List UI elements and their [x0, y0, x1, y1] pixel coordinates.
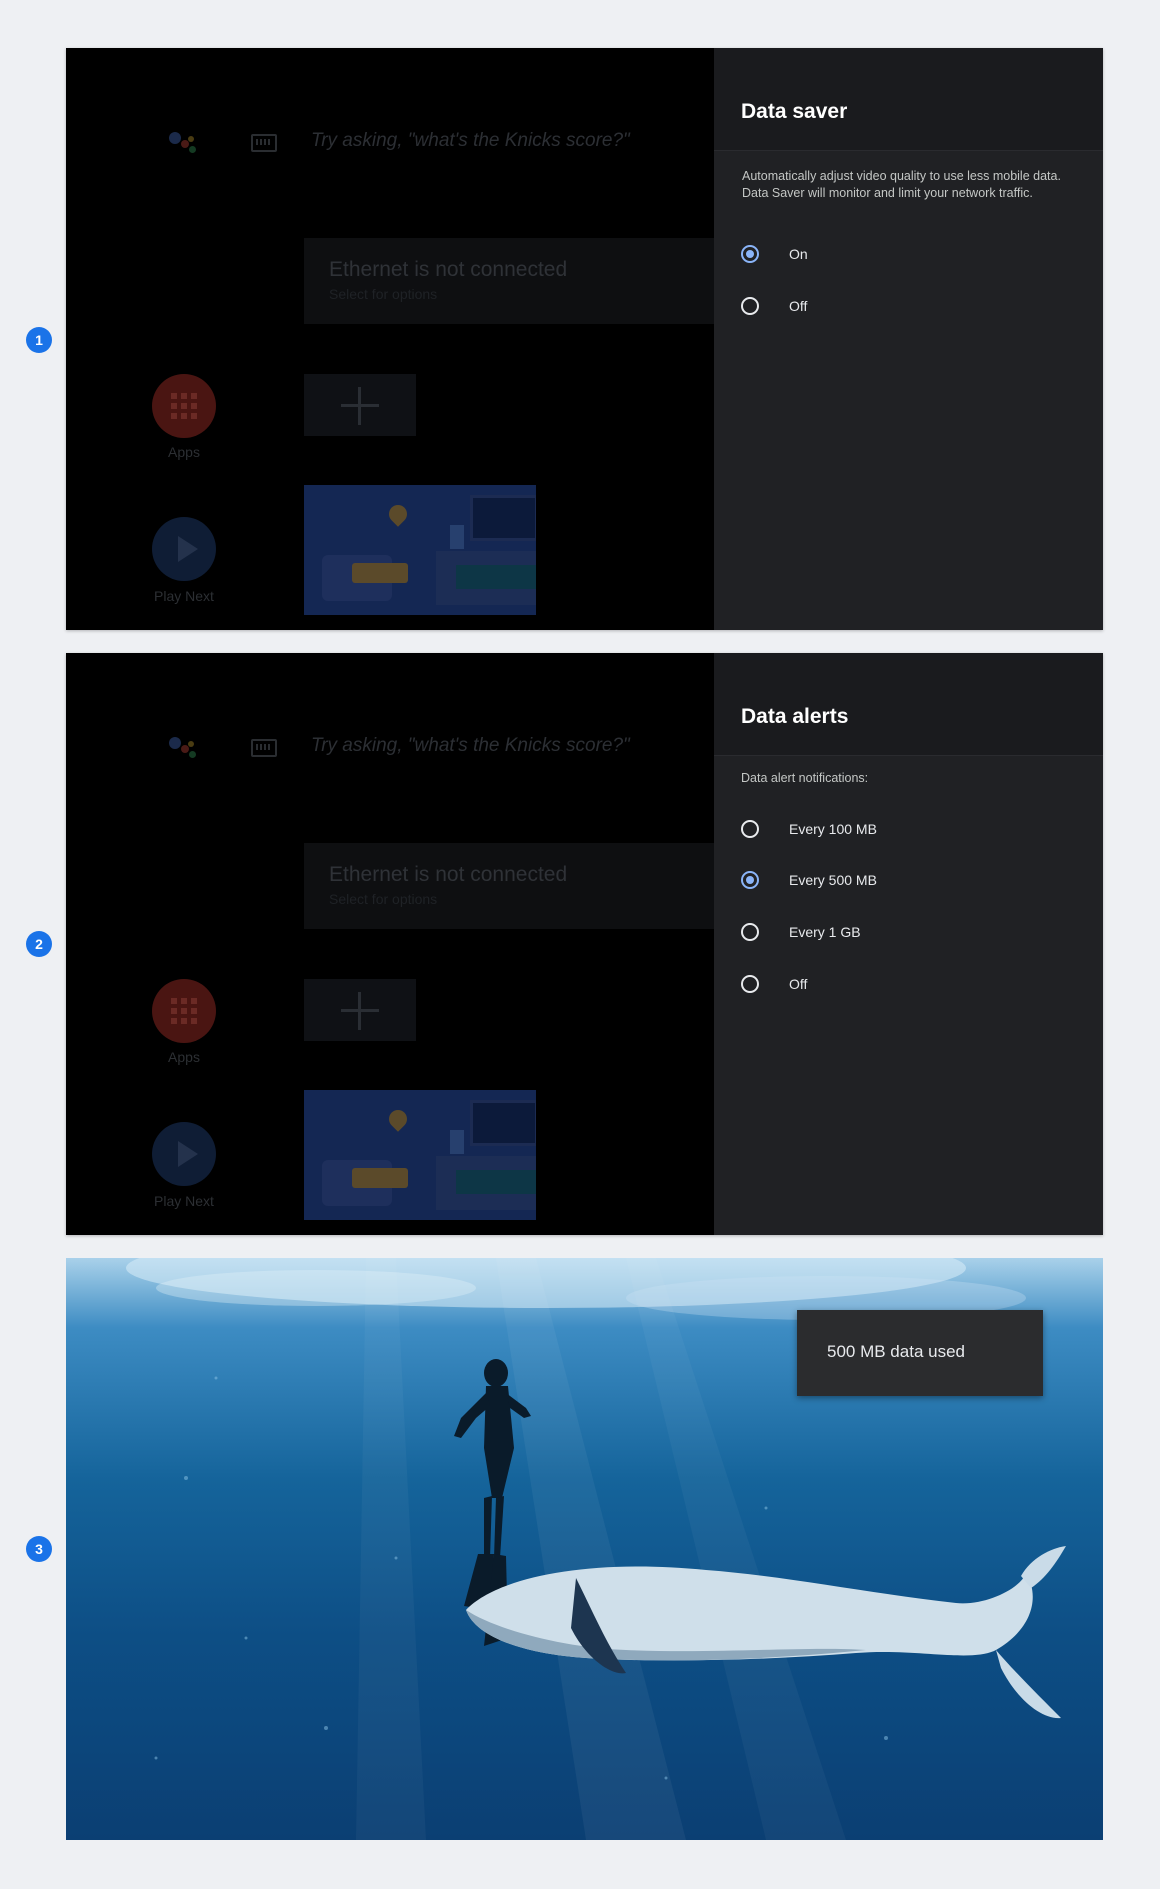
data-saver-panel: Data saver Automatically adjust video qu…: [714, 48, 1103, 630]
dimmed-home-screen: Try asking, "what's the Knicks score?" E…: [66, 48, 714, 630]
play-next-button[interactable]: [152, 1122, 216, 1186]
step-badge-3: 3: [26, 1536, 52, 1562]
radio-option-every-100mb[interactable]: Every 100 MB: [741, 817, 877, 841]
panel-header: Data alerts: [714, 653, 1103, 756]
radio-option-every-500mb[interactable]: Every 500 MB: [741, 868, 877, 892]
radio-label: Every 1 GB: [789, 924, 861, 940]
keyboard-icon[interactable]: [251, 739, 277, 757]
play-next-button[interactable]: [152, 517, 216, 581]
add-channel-tile[interactable]: [304, 979, 416, 1041]
panel-title: Data alerts: [741, 705, 849, 728]
add-channel-tile[interactable]: [304, 374, 416, 436]
radio-unselected-icon: [741, 820, 759, 838]
radio-selected-icon: [741, 871, 759, 889]
ethernet-subtitle: Select for options: [329, 286, 438, 302]
screen-data-alerts: Try asking, "what's the Knicks score?" E…: [66, 653, 1103, 1235]
data-alerts-panel: Data alerts Data alert notifications: Ev…: [714, 653, 1103, 1235]
google-assistant-icon: [169, 733, 205, 763]
ethernet-title: Ethernet is not connected: [329, 863, 568, 886]
ethernet-title: Ethernet is not connected: [329, 258, 568, 281]
panel-header: Data saver: [714, 48, 1103, 151]
panel-description: Automatically adjust video quality to us…: [742, 169, 1061, 200]
dimmed-home-screen: Try asking, "what's the Knicks score?" E…: [66, 653, 714, 1235]
radio-unselected-icon: [741, 923, 759, 941]
keyboard-icon[interactable]: [251, 134, 277, 152]
ethernet-card[interactable]: Ethernet is not connected Select for opt…: [304, 238, 714, 324]
apps-label: Apps: [168, 1049, 200, 1065]
assistant-hint: Try asking, "what's the Knicks score?": [311, 735, 630, 756]
step-badge-1: 1: [26, 327, 52, 353]
radio-unselected-icon: [741, 975, 759, 993]
radio-option-off[interactable]: Off: [741, 972, 807, 996]
radio-option-off[interactable]: Off: [741, 294, 807, 318]
ethernet-subtitle: Select for options: [329, 891, 438, 907]
radio-selected-icon: [741, 245, 759, 263]
ethernet-card[interactable]: Ethernet is not connected Select for opt…: [304, 843, 714, 929]
apps-button[interactable]: [152, 979, 216, 1043]
radio-label: On: [789, 246, 808, 262]
toast-message: 500 MB data used: [827, 1342, 965, 1361]
radio-unselected-icon: [741, 297, 759, 315]
apps-button[interactable]: [152, 374, 216, 438]
play-next-label: Play Next: [154, 588, 214, 604]
panel-title: Data saver: [741, 100, 848, 123]
apps-label: Apps: [168, 444, 200, 460]
video-playback-screen: 500 MB data used: [66, 1258, 1103, 1840]
data-usage-toast: 500 MB data used: [797, 1310, 1043, 1396]
radio-label: Every 100 MB: [789, 821, 877, 837]
radio-label: Off: [789, 298, 808, 314]
play-next-label: Play Next: [154, 1193, 214, 1209]
step-badge-2: 2: [26, 931, 52, 957]
assistant-hint: Try asking, "what's the Knicks score?": [311, 130, 630, 151]
google-assistant-icon: [169, 128, 205, 158]
apps-grid-icon: [171, 393, 197, 419]
content-thumbnail[interactable]: [304, 1090, 536, 1220]
screen-data-saver: Try asking, "what's the Knicks score?" E…: [66, 48, 1103, 630]
radio-label: Off: [789, 976, 808, 992]
panel-subtitle: Data alert notifications:: [741, 771, 869, 785]
radio-option-on[interactable]: On: [741, 242, 808, 266]
content-thumbnail[interactable]: [304, 485, 536, 615]
apps-grid-icon: [171, 998, 197, 1024]
radio-label: Every 500 MB: [789, 872, 877, 888]
radio-option-every-1gb[interactable]: Every 1 GB: [741, 920, 861, 944]
